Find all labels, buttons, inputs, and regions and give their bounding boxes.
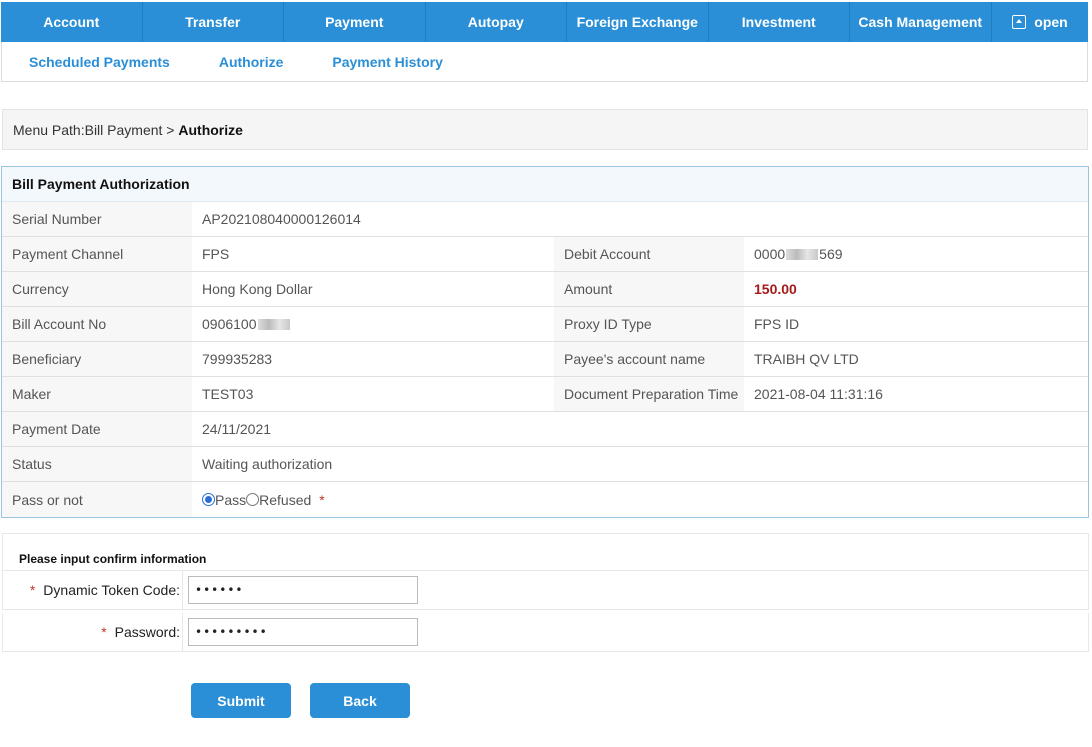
breadcrumb-path: Menu Path:Bill Payment > — [13, 121, 179, 138]
nav-cash-management[interactable]: Cash Management — [850, 2, 992, 42]
nav-open-label: open — [1034, 14, 1068, 30]
nav-payment[interactable]: Payment — [284, 2, 426, 42]
top-nav: Account Transfer Payment Autopay Foreign… — [1, 2, 1088, 42]
pass-radio-label[interactable]: Pass — [215, 492, 246, 508]
masked-digits — [257, 318, 290, 330]
nav-investment[interactable]: Investment — [709, 2, 850, 42]
payment-date-row: Payment Date 24/11/2021 — [2, 412, 1088, 447]
panel-title: Bill Payment Authorization — [2, 167, 1088, 202]
payment-date-label: Payment Date — [2, 412, 192, 446]
amount-label: Amount — [554, 272, 744, 306]
pass-or-not-label: Pass or not — [2, 482, 192, 517]
submit-button[interactable]: Submit — [191, 683, 291, 718]
document-preparation-time-label: Document Preparation Time — [554, 377, 744, 411]
debit-account-label: Debit Account — [554, 237, 744, 271]
maker-value: TEST03 — [202, 386, 254, 402]
confirm-section-title: Please input confirm information — [2, 533, 1089, 571]
breadcrumb: Menu Path:Bill Payment > Authorize — [2, 109, 1088, 150]
debit-account-suffix: 569 — [819, 246, 843, 262]
pass-or-not-row: Pass or not Pass Refused * — [2, 482, 1088, 517]
payee-account-name-value: TRAIBH QV LTD — [754, 351, 859, 367]
payment-channel-label: Payment Channel — [2, 237, 192, 271]
currency-label: Currency — [2, 272, 192, 306]
payment-date-value: 24/11/2021 — [202, 421, 272, 437]
refused-radio[interactable] — [246, 493, 260, 506]
serial-number-label: Serial Number — [2, 202, 192, 236]
nav-foreign-exchange[interactable]: Foreign Exchange — [567, 2, 709, 42]
payment-channel-value: FPS — [202, 246, 230, 262]
serial-number-value: AP202108040000126014 — [202, 211, 361, 227]
password-input[interactable]: ••••••••• — [188, 618, 418, 646]
nav-account[interactable]: Account — [1, 2, 143, 42]
nav-open-button[interactable]: open — [992, 2, 1089, 42]
password-row: * Password: ••••••••• — [2, 613, 1089, 652]
bill-account-prefix: 0906100 — [202, 316, 257, 332]
bill-account-value: 0906100 — [192, 307, 554, 341]
beneficiary-value: 799935283 — [202, 351, 273, 367]
proxy-id-type-label: Proxy ID Type — [554, 307, 744, 341]
required-mark: * — [319, 491, 325, 508]
password-label-text: Password: — [114, 624, 180, 640]
currency-row: Currency Hong Kong Dollar Amount 150.00 — [2, 272, 1088, 307]
breadcrumb-current: Authorize — [178, 121, 243, 138]
dynamic-token-row: * Dynamic Token Code: •••••• — [2, 571, 1089, 610]
required-mark: * — [29, 582, 36, 598]
document-preparation-time-value: 2021-08-04 11:31:16 — [754, 386, 883, 402]
bill-payment-authorization-panel: Bill Payment Authorization Serial Number… — [1, 166, 1089, 518]
dynamic-token-label-text: Dynamic Token Code: — [43, 582, 180, 598]
expand-up-icon — [1012, 15, 1027, 29]
back-button[interactable]: Back — [310, 683, 410, 718]
bill-account-row: Bill Account No 0906100 Proxy ID Type FP… — [2, 307, 1088, 342]
dynamic-token-label: * Dynamic Token Code: — [3, 571, 183, 609]
pass-or-not-options: Pass Refused * — [192, 482, 554, 517]
subnav-scheduled-payments[interactable]: Scheduled Payments — [29, 54, 170, 70]
debit-account-value: 0000 569 — [744, 237, 1088, 271]
masked-digits — [786, 248, 819, 260]
currency-value: Hong Kong Dollar — [202, 281, 313, 297]
nav-autopay[interactable]: Autopay — [426, 2, 567, 42]
subnav-authorize[interactable]: Authorize — [219, 54, 284, 70]
amount-value-cell: 150.00 — [744, 272, 1088, 306]
bill-account-label: Bill Account No — [2, 307, 192, 341]
nav-transfer[interactable]: Transfer — [143, 2, 284, 42]
maker-label: Maker — [2, 377, 192, 411]
amount-value: 150.00 — [754, 281, 797, 297]
serial-number-row: Serial Number AP202108040000126014 — [2, 202, 1088, 237]
password-label: * Password: — [3, 613, 183, 651]
beneficiary-label: Beneficiary — [2, 342, 192, 376]
required-mark: * — [101, 624, 107, 640]
status-row: Status Waiting authorization — [2, 447, 1088, 482]
debit-account-prefix: 0000 — [754, 246, 786, 262]
dynamic-token-input[interactable]: •••••• — [188, 576, 418, 604]
pass-radio[interactable] — [202, 493, 215, 506]
proxy-id-type-value: FPS ID — [754, 316, 800, 332]
status-label: Status — [2, 447, 192, 481]
subnav-payment-history[interactable]: Payment History — [332, 54, 442, 70]
refused-radio-label[interactable]: Refused — [259, 492, 311, 508]
maker-row: Maker TEST03 Document Preparation Time 2… — [2, 377, 1088, 412]
payee-account-name-label: Payee's account name — [554, 342, 744, 376]
payment-channel-row: Payment Channel FPS Debit Account 0000 56… — [2, 237, 1088, 272]
beneficiary-row: Beneficiary 799935283 Payee's account na… — [2, 342, 1088, 377]
sub-nav: Scheduled Payments Authorize Payment His… — [1, 42, 1088, 82]
status-value: Waiting authorization — [202, 456, 333, 472]
